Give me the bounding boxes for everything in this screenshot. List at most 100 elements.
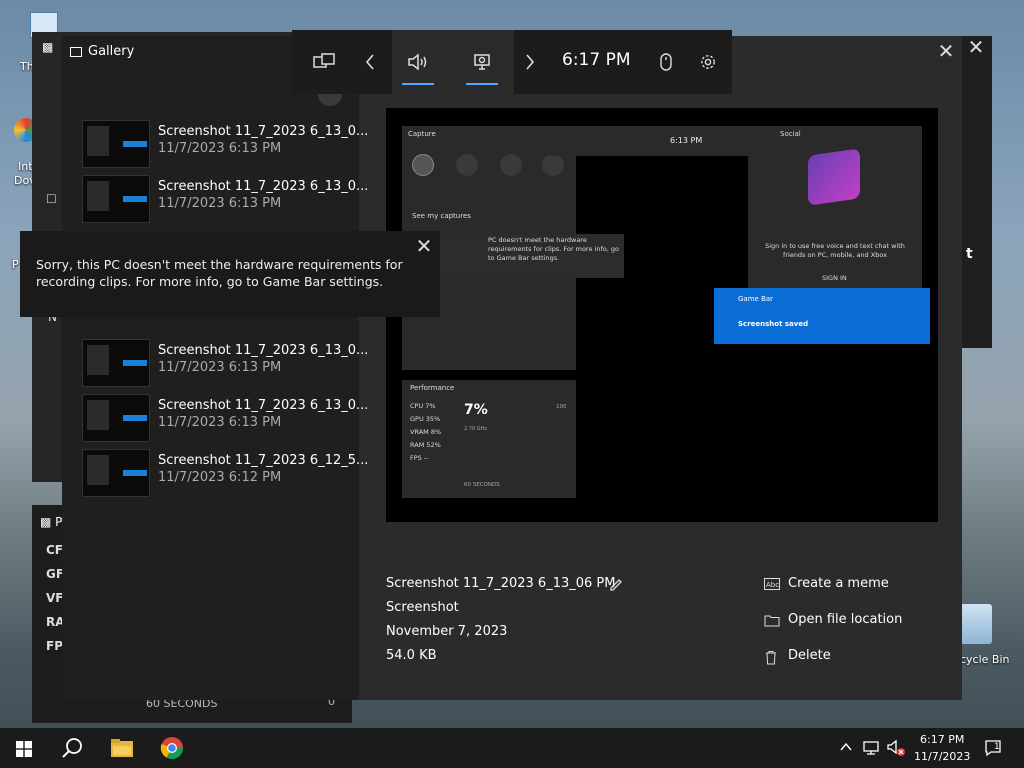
chevron-left-icon — [365, 54, 374, 70]
svg-text:Abc: Abc — [766, 581, 779, 589]
screenshot-size: 54.0 KB — [386, 648, 437, 663]
mouse-icon — [660, 53, 672, 71]
gallery-item-name: Screenshot 11_7_2023 6_12_5... — [158, 453, 369, 468]
background-window-fragment: t — [966, 246, 973, 262]
widget-menu-button[interactable] — [306, 30, 342, 94]
toast-message: Sorry, this PC doesn't meet the hardware… — [36, 257, 403, 289]
preview-gamebar-notification: Game Bar Screenshot saved — [714, 288, 930, 344]
file-explorer-icon[interactable] — [110, 737, 134, 759]
gallery-title: Gallery — [70, 44, 134, 59]
network-icon[interactable] — [862, 740, 880, 756]
taskbar-date: 11/7/2023 — [914, 750, 971, 763]
perf-row-vram: VF — [46, 591, 64, 605]
preview-perf-fps: FPS -- — [410, 454, 429, 462]
gallery-thumbnail — [82, 175, 150, 223]
gallery-item[interactable]: Screenshot 11_7_2023 6_12_5... 11/7/2023… — [82, 449, 368, 499]
preview-perf-big-value: 7% — [464, 402, 488, 418]
gallery-close-button[interactable]: ✕ — [934, 40, 958, 64]
gallery-item-date: 11/7/2023 6:13 PM — [158, 360, 282, 375]
desktop-label-p: P — [12, 258, 19, 271]
preview-perf-seconds: 60 SECONDS — [464, 482, 500, 488]
trash-icon — [766, 651, 776, 665]
game-bar-toolbar: 6:17 PM — [292, 30, 732, 94]
delete-button[interactable]: Delete — [764, 648, 902, 684]
widget-capture-icon: ☐ — [46, 192, 57, 206]
gallery-item[interactable]: Screenshot 11_7_2023 6_13_0... 11/7/2023… — [82, 175, 368, 225]
preview-sign-in: SIGN IN — [822, 274, 847, 282]
gallery-item[interactable]: Screenshot 11_7_2023 6_13_0... 11/7/2023… — [82, 394, 368, 444]
open-file-location-label: Open file location — [788, 612, 903, 627]
volume-muted-icon[interactable] — [886, 739, 906, 757]
preview-perf-clock: 2.70 GHz — [464, 426, 487, 432]
notification-count: 1 — [994, 742, 1000, 752]
search-icon[interactable] — [62, 737, 84, 759]
performance-widget-title-fragment: ▩ P — [40, 515, 63, 529]
chevron-up-icon[interactable] — [840, 742, 852, 752]
desktop-label-recycle-bin: cycle Bin — [960, 653, 1010, 666]
gallery-actions: Abc Create a meme Open file location Del… — [764, 576, 902, 684]
gallery-window: Gallery Screenshot 11_7_2023 6_13_0... 1… — [62, 36, 962, 700]
preview-toolbar-time: 6:13 PM — [670, 136, 703, 145]
screenshot-type: Screenshot — [386, 600, 459, 615]
preview-mic-icon — [542, 154, 564, 176]
preview-notification-message: Screenshot saved — [738, 320, 809, 328]
gallery-sidebar: Gallery Screenshot 11_7_2023 6_13_0... 1… — [62, 36, 368, 700]
settings-button[interactable] — [694, 30, 722, 94]
preview-social-title: Social — [780, 130, 801, 138]
toast-close-button[interactable]: ✕ — [412, 235, 436, 259]
meme-icon: Abc — [764, 578, 780, 590]
preview-social-widget: Social Sign in to use free voice and tex… — [748, 126, 922, 296]
preview-notification-title: Game Bar — [738, 295, 774, 303]
gallery-item[interactable]: Screenshot 11_7_2023 6_13_0... 11/7/2023… — [82, 120, 368, 170]
preview-perf-max: 100 — [556, 404, 567, 410]
preview-social-text: Sign in to use free voice and text chat … — [765, 242, 905, 260]
gallery-thumbnail — [82, 339, 150, 387]
create-meme-button[interactable]: Abc Create a meme — [764, 576, 902, 612]
widget-title-icon: ▩ — [42, 40, 54, 54]
recycle-bin-icon[interactable] — [958, 604, 992, 644]
gallery-item-name: Screenshot 11_7_2023 6_13_0... — [158, 124, 369, 139]
preview-perf-gpu: GPU 35% — [410, 415, 441, 423]
background-window-edge: t — [962, 36, 992, 348]
preview-record-icon — [500, 154, 522, 176]
taskbar-clock[interactable]: 6:17 PM 11/7/2023 — [914, 731, 970, 765]
speaker-icon — [408, 53, 427, 71]
audio-widget-button[interactable] — [398, 30, 438, 94]
gear-icon — [701, 55, 715, 69]
preview-perf-rows: CPU 7% GPU 35% VRAM 8% RAM 52% FPS -- — [410, 400, 441, 465]
scroll-right-button[interactable] — [516, 30, 544, 94]
create-meme-label: Create a meme — [788, 576, 889, 591]
preview-screenshot-icon — [412, 154, 434, 176]
gallery-item-date: 11/7/2023 6:13 PM — [158, 415, 282, 430]
widget-menu-icon — [313, 53, 335, 68]
gallery-item-name: Screenshot 11_7_2023 6_13_0... — [158, 179, 369, 194]
perf-row-fps: FP — [46, 639, 63, 653]
hardware-requirements-toast: Sorry, this PC doesn't meet the hardware… — [20, 231, 440, 317]
preview-toast: PC doesn't meet the hardware requirement… — [438, 234, 624, 278]
screenshot-details: Screenshot 11_7_2023 6_13_06 PM Screensh… — [386, 576, 615, 672]
gallery-item-name: Screenshot 11_7_2023 6_13_0... — [158, 343, 369, 358]
taskbar: 6:17 PM 11/7/2023 1 — [0, 728, 1024, 768]
chevron-right-icon — [526, 54, 535, 70]
start-button-icon[interactable] — [16, 741, 32, 757]
chrome-icon[interactable] — [160, 736, 184, 760]
screenshot-preview[interactable]: Capture See my captures 6:13 PM Social S… — [386, 108, 938, 522]
gallery-thumbnail — [82, 394, 150, 442]
taskbar-time: 6:17 PM — [920, 733, 965, 746]
preview-chat-bubble-icon — [808, 148, 860, 206]
mouse-button[interactable] — [654, 30, 678, 94]
scroll-left-button[interactable] — [356, 30, 384, 94]
preview-see-captures: See my captures — [412, 212, 471, 220]
open-file-location-button[interactable]: Open file location — [764, 612, 902, 648]
gallery-item[interactable]: Screenshot 11_7_2023 6_13_0... 11/7/2023… — [82, 339, 368, 389]
game-bar-time: 6:17 PM — [562, 50, 631, 70]
gallery-item-date: 11/7/2023 6:12 PM — [158, 470, 282, 485]
delete-label: Delete — [788, 648, 831, 663]
gallery-item-date: 11/7/2023 6:13 PM — [158, 196, 282, 211]
capture-widget-button[interactable] — [462, 30, 502, 94]
edit-filename-icon[interactable] — [608, 577, 624, 593]
preview-performance-widget: Performance CPU 7% GPU 35% VRAM 8% RAM 5… — [402, 380, 576, 498]
desktop-label-int: Int — [18, 160, 33, 173]
folder-icon — [764, 615, 780, 627]
background-close-button[interactable]: ✕ — [964, 36, 988, 60]
